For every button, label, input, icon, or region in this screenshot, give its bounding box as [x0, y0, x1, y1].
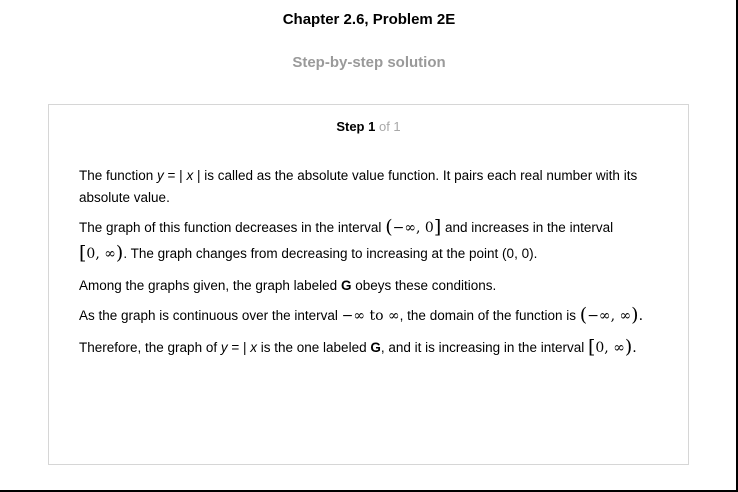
graph-label: G: [340, 278, 352, 293]
paragraph-definition: The function y = | x | is called as the …: [79, 165, 659, 209]
var-y: y: [157, 168, 164, 183]
math-body: 0, ∞: [86, 246, 116, 262]
text: . The graph changes from decreasing to i…: [123, 246, 538, 261]
bracket: (: [385, 216, 393, 238]
solution-subtitle: Step-by-step solution: [292, 54, 446, 71]
text: and increases in the interval: [441, 220, 614, 235]
text: is the one labeled: [257, 340, 371, 355]
var-y: y: [220, 340, 228, 355]
solution-content: The function y = | x | is called as the …: [79, 165, 659, 361]
text: , and it is increasing in the interval: [380, 340, 588, 355]
math-interval-increasing: [0, ∞): [79, 242, 123, 264]
solution-card: Step 1 of 1 The function y = | x | is ca…: [48, 104, 689, 465]
text: Among the graphs given, the graph labele…: [79, 278, 341, 293]
text: As the graph is continuous over the inte…: [79, 308, 342, 323]
text: .: [638, 308, 644, 324]
text: = |: [227, 340, 251, 355]
math-body: −∞, ∞: [587, 308, 632, 324]
step-count: of 1: [378, 119, 401, 134]
math-body: −∞, 0: [392, 220, 434, 236]
text: Therefore, the graph of: [79, 340, 221, 355]
text: = |: [163, 168, 187, 183]
step-label: Step 1: [336, 119, 376, 134]
graph-label: G: [370, 340, 381, 355]
math-interval-final: [0, ∞).: [588, 336, 637, 358]
bracket: ): [631, 304, 639, 326]
chapter-title: Chapter 2.6, Problem 2E: [282, 11, 456, 28]
text: The graph of this function decreases in …: [79, 220, 386, 235]
math-interval-decreasing: (−∞, 0]: [385, 216, 441, 238]
paragraph-graph-label: Among the graphs given, the graph labele…: [79, 275, 659, 297]
math-domain: (−∞, ∞).: [580, 304, 644, 326]
text: obeys these conditions.: [351, 278, 497, 293]
step-header: Step 1 of 1: [49, 119, 688, 134]
paragraph-intervals: The graph of this function decreases in …: [79, 215, 659, 267]
var-x: x: [250, 340, 257, 355]
paragraph-conclusion: Therefore, the graph of y = | x is the o…: [79, 335, 659, 361]
math-interval-continuous: −∞ to ∞: [341, 308, 400, 324]
math-body: 0, ∞: [595, 340, 625, 356]
text: The function: [79, 168, 158, 183]
text: .: [632, 340, 637, 356]
paragraph-domain: As the graph is continuous over the inte…: [79, 303, 659, 329]
text: , the domain of the function is: [399, 308, 580, 323]
